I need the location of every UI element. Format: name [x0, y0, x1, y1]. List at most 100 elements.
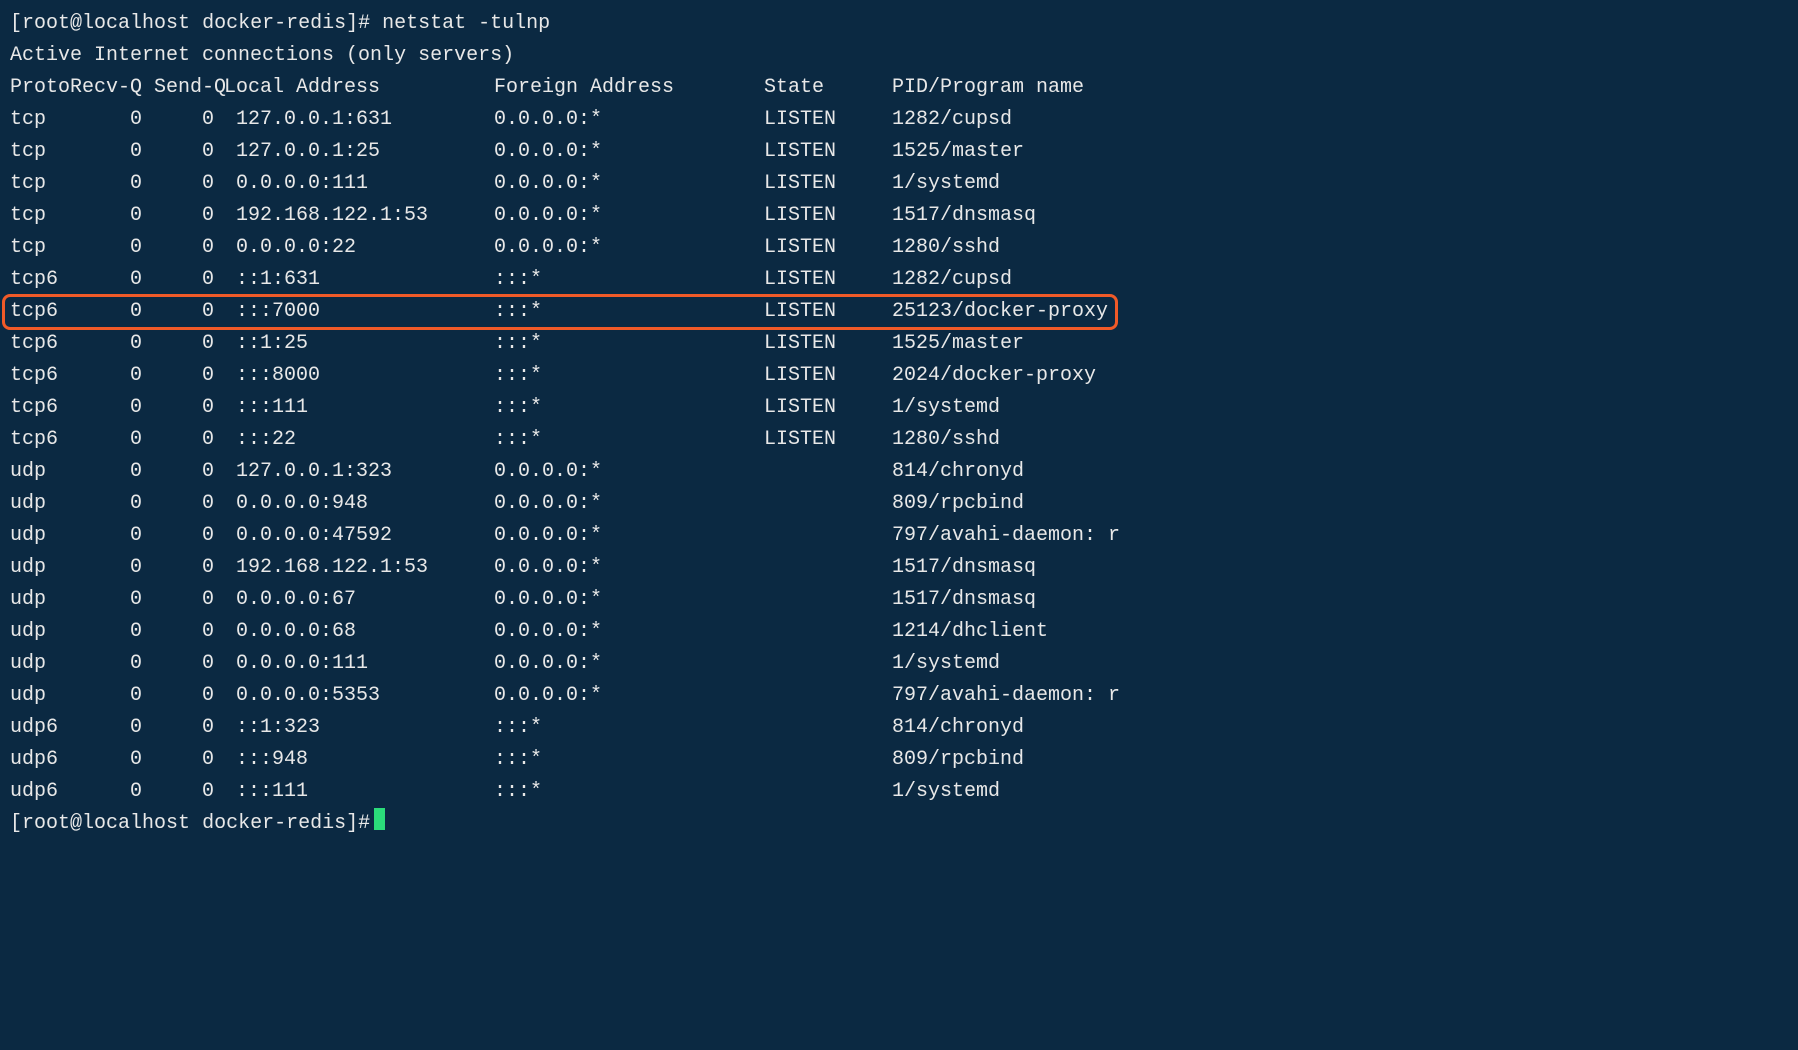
- table-row: tcp00 127.0.0.1:6310.0.0.0:*LISTEN1282/c…: [10, 104, 1788, 136]
- table-row: tcp00 192.168.122.1:530.0.0.0:*LISTEN151…: [10, 200, 1788, 232]
- cell-local: ::1:25: [224, 328, 494, 360]
- cell-foreign: 0.0.0.0:*: [494, 136, 764, 168]
- cell-recvq: 0: [70, 616, 154, 648]
- cell-sendq: 0: [154, 776, 224, 808]
- cell-proto: udp: [10, 552, 70, 584]
- cell-pid: 809/rpcbind: [892, 744, 1788, 776]
- cell-recvq: 0: [70, 328, 154, 360]
- cell-local: ::1:323: [224, 712, 494, 744]
- table-row: udp00 0.0.0.0:670.0.0.0:*1517/dnsmasq: [10, 584, 1788, 616]
- cell-local: :::948: [224, 744, 494, 776]
- cell-pid: 814/chronyd: [892, 712, 1788, 744]
- output-title-text: Active Internet connections (only server…: [10, 40, 514, 72]
- cell-proto: udp6: [10, 744, 70, 776]
- cell-recvq: 0: [70, 360, 154, 392]
- table-row: tcp600 ::1:25:::*LISTEN1525/master: [10, 328, 1788, 360]
- table-row: tcp600 :::7000:::*LISTEN25123/docker-pro…: [10, 296, 1788, 328]
- cell-state: LISTEN: [764, 328, 892, 360]
- cell-state: [764, 648, 892, 680]
- cell-sendq: 0: [154, 168, 224, 200]
- cell-state: LISTEN: [764, 168, 892, 200]
- cell-state: LISTEN: [764, 136, 892, 168]
- cell-recvq: 0: [70, 456, 154, 488]
- cell-pid: 25123/docker-proxy: [892, 296, 1788, 328]
- cell-foreign: :::*: [494, 712, 764, 744]
- cell-pid: 1/systemd: [892, 648, 1788, 680]
- cell-recvq: 0: [70, 648, 154, 680]
- cell-recvq: 0: [70, 392, 154, 424]
- cell-proto: tcp6: [10, 360, 70, 392]
- cell-foreign: 0.0.0.0:*: [494, 584, 764, 616]
- cell-sendq: 0: [154, 456, 224, 488]
- prompt-line-2[interactable]: [root@localhost docker-redis]#: [10, 808, 1788, 840]
- cell-recvq: 0: [70, 520, 154, 552]
- cell-state: [764, 712, 892, 744]
- cell-proto: tcp: [10, 232, 70, 264]
- cell-foreign: :::*: [494, 328, 764, 360]
- cell-proto: tcp: [10, 200, 70, 232]
- table-row: udp600 :::948:::*809/rpcbind: [10, 744, 1788, 776]
- cell-state: LISTEN: [764, 360, 892, 392]
- cell-local: 192.168.122.1:53: [224, 552, 494, 584]
- cell-pid: 1/systemd: [892, 776, 1788, 808]
- cell-state: [764, 776, 892, 808]
- cell-recvq: 0: [70, 488, 154, 520]
- cell-local: 0.0.0.0:5353: [224, 680, 494, 712]
- cell-local: :::111: [224, 776, 494, 808]
- cell-sendq: 0: [154, 648, 224, 680]
- cell-proto: udp: [10, 520, 70, 552]
- table-header: Proto Recv-Q Send-Q Local Address Foreig…: [10, 72, 1788, 104]
- cell-sendq: 0: [154, 584, 224, 616]
- cell-pid: 1280/sshd: [892, 424, 1788, 456]
- cell-state: LISTEN: [764, 424, 892, 456]
- cell-pid: 1525/master: [892, 328, 1788, 360]
- cell-local: 192.168.122.1:53: [224, 200, 494, 232]
- cell-proto: tcp6: [10, 328, 70, 360]
- cell-pid: 797/avahi-daemon: r: [892, 520, 1788, 552]
- output-title: Active Internet connections (only server…: [10, 40, 1788, 72]
- cell-foreign: 0.0.0.0:*: [494, 616, 764, 648]
- cell-foreign: :::*: [494, 360, 764, 392]
- cell-sendq: 0: [154, 296, 224, 328]
- cell-sendq: 0: [154, 552, 224, 584]
- cell-recvq: 0: [70, 104, 154, 136]
- cell-pid: 1214/dhclient: [892, 616, 1788, 648]
- cell-local: :::22: [224, 424, 494, 456]
- table-body: tcp00 127.0.0.1:6310.0.0.0:*LISTEN1282/c…: [10, 104, 1788, 808]
- prompt-userhost: root@localhost: [22, 808, 190, 840]
- prompt-line-1: [root@localhost docker-redis]# netstat -…: [10, 8, 1788, 40]
- prompt-open-bracket: [: [10, 808, 22, 840]
- cell-local: :::7000: [224, 296, 494, 328]
- cell-local: 127.0.0.1:323: [224, 456, 494, 488]
- cell-recvq: 0: [70, 168, 154, 200]
- cell-sendq: 0: [154, 360, 224, 392]
- table-row: udp00 0.0.0.0:53530.0.0.0:*797/avahi-dae…: [10, 680, 1788, 712]
- cell-state: LISTEN: [764, 264, 892, 296]
- cell-sendq: 0: [154, 104, 224, 136]
- col-foreign: Foreign Address: [494, 72, 764, 104]
- cell-pid: 1517/dnsmasq: [892, 584, 1788, 616]
- cell-pid: 1280/sshd: [892, 232, 1788, 264]
- cell-recvq: 0: [70, 744, 154, 776]
- cell-foreign: 0.0.0.0:*: [494, 680, 764, 712]
- cell-recvq: 0: [70, 200, 154, 232]
- terminal[interactable]: [root@localhost docker-redis]# netstat -…: [0, 0, 1798, 852]
- cell-proto: tcp: [10, 136, 70, 168]
- cell-sendq: 0: [154, 424, 224, 456]
- table-row: udp00 0.0.0.0:1110.0.0.0:*1/systemd: [10, 648, 1788, 680]
- cell-recvq: 0: [70, 712, 154, 744]
- cell-proto: udp: [10, 456, 70, 488]
- cell-local: 0.0.0.0:111: [224, 168, 494, 200]
- table-row: tcp00 127.0.0.1:250.0.0.0:*LISTEN1525/ma…: [10, 136, 1788, 168]
- cell-local: ::1:631: [224, 264, 494, 296]
- cell-recvq: 0: [70, 680, 154, 712]
- cell-state: [764, 616, 892, 648]
- cell-local: 0.0.0.0:111: [224, 648, 494, 680]
- cell-state: [764, 584, 892, 616]
- col-sendq: Send-Q: [154, 72, 224, 104]
- cell-foreign: 0.0.0.0:*: [494, 168, 764, 200]
- cell-sendq: 0: [154, 520, 224, 552]
- col-proto: Proto: [10, 72, 70, 104]
- cell-state: [764, 552, 892, 584]
- table-row: udp600 :::111:::*1/systemd: [10, 776, 1788, 808]
